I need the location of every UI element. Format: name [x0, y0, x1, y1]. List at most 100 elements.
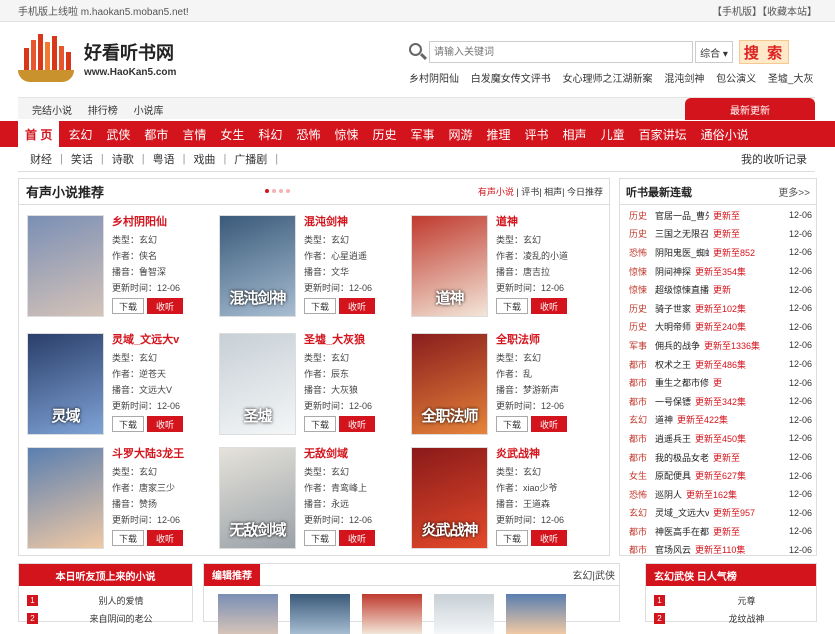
nav-item[interactable]: 相声 — [556, 121, 594, 147]
nav-item[interactable]: 百家讲坛 — [632, 121, 694, 147]
download-button[interactable]: 下载 — [496, 416, 528, 432]
item-genre[interactable]: 都市 — [629, 395, 655, 408]
item-name[interactable]: 原配便具 — [655, 469, 691, 482]
editor-pick-tag[interactable]: 玄幻|武侠 — [572, 567, 615, 582]
book-cover[interactable] — [27, 447, 104, 549]
book-card[interactable]: 无敌剑域 无敌剑域 类型：玄幻 作者：青鸾峰上 播音：永远 更新时间：12-06 下载 收听 — [211, 441, 403, 553]
item-genre[interactable]: 玄幻 — [629, 506, 655, 519]
list-item[interactable]: 历史三国之无限召唤更新至 12-06 — [620, 225, 816, 244]
nav-item[interactable]: 首 页 — [18, 121, 60, 147]
category-jokes[interactable]: 笑话 — [71, 151, 93, 167]
list-item[interactable]: 都市 一号保镖 更新至342集 12-06 — [620, 392, 816, 411]
category-radio-drama[interactable]: 广播剧 — [234, 151, 267, 167]
item-name[interactable]: 超级惊悚直播_紫襟 — [655, 283, 709, 296]
category-cantonese[interactable]: 粤语 — [153, 151, 175, 167]
listen-button[interactable]: 收听 — [531, 416, 567, 432]
thumb-cover[interactable] — [218, 594, 278, 634]
book-cover[interactable]: 道神 — [411, 215, 488, 317]
item-update[interactable]: 更新至627集 — [695, 469, 746, 482]
book-card[interactable]: 全职法师 全职法师 类型：玄幻 作者：乱 播音：梦游新声 更新时间：12-06 下载 收听 — [403, 327, 595, 439]
book-card[interactable]: 乡村阴阳仙 类型：玄幻 作者：侠名 播音：鲁智深 更新时间：12-06 下载 收听 — [19, 209, 211, 321]
item-name[interactable]: 佣兵的战争 — [655, 339, 700, 352]
book-cover[interactable]: 全职法师 — [411, 333, 488, 435]
nav-item[interactable]: 科幻 — [251, 121, 289, 147]
book-card[interactable]: 圣墟 圣墟_大灰狼 类型：玄幻 作者：辰东 播音：大灰狼 更新时间：12-06 下载 收听 — [211, 327, 403, 439]
item-name[interactable]: 重生之都市修仙_土金 — [655, 376, 709, 389]
nav-item[interactable]: 历史 — [365, 121, 403, 147]
subnav-library[interactable]: 小说库 — [134, 106, 164, 117]
download-button[interactable]: 下载 — [304, 416, 336, 432]
listen-button[interactable]: 收听 — [339, 298, 375, 314]
list-item[interactable]: 军事 佣兵的战争 更新至1336集 12-06 — [620, 336, 816, 355]
list-item[interactable]: 1 别人的爱情 — [27, 591, 184, 609]
list-item[interactable]: 玄幻 道神 更新至422集 12-06 — [620, 411, 816, 430]
nav-item[interactable]: 评书 — [518, 121, 556, 147]
list-item[interactable]: 恐怖 巡阴人 更新至162集 12-06 — [620, 485, 816, 504]
mobile-link[interactable]: 【手机版】 — [712, 7, 762, 18]
item-name[interactable]: 巡阴人 — [655, 488, 682, 501]
list-item[interactable]: 玄幻 灵域_文远大v 更新至957 12-06 — [620, 504, 816, 523]
hot-word[interactable]: 混沌剑神 — [664, 74, 704, 85]
nav-item[interactable]: 网游 — [442, 121, 480, 147]
item-update[interactable]: 更新至 — [713, 525, 740, 538]
download-button[interactable]: 下载 — [496, 298, 528, 314]
thumb-cover[interactable] — [290, 594, 350, 634]
item-update[interactable]: 更新至422集 — [677, 413, 728, 426]
list-item[interactable]: 历史 骑子世家 更新至102集 12-06 — [620, 299, 816, 318]
listen-button[interactable]: 收听 — [339, 530, 375, 546]
download-button[interactable]: 下载 — [112, 530, 144, 546]
list-item[interactable]: 女生 原配便具 更新至627集 12-06 — [620, 466, 816, 485]
item-update[interactable]: 更新至 — [713, 227, 740, 240]
item-name[interactable]: 三国之无限召唤 — [655, 227, 709, 240]
item-genre[interactable]: 恐怖 — [629, 488, 655, 501]
item-genre[interactable]: 历史 — [629, 209, 655, 222]
book-title[interactable]: 无敌剑域 — [304, 445, 404, 461]
more-link[interactable]: 更多>> — [778, 184, 810, 199]
subnav-complete[interactable]: 完结小说 — [32, 106, 72, 117]
carousel-dots[interactable] — [265, 189, 293, 193]
list-item[interactable]: 历史官居一品_曹先森更新至 12-06 — [620, 206, 816, 225]
hot-word[interactable]: 包公演义 — [716, 74, 756, 85]
book-title[interactable]: 道神 — [496, 213, 596, 229]
listen-button[interactable]: 收听 — [531, 530, 567, 546]
category-poetry[interactable]: 诗歌 — [112, 151, 134, 167]
listen-button[interactable]: 收听 — [147, 530, 183, 546]
list-item[interactable]: 惊悚 阴间神探 更新至354集 12-06 — [620, 262, 816, 281]
item-genre[interactable]: 惊悚 — [629, 283, 655, 296]
nav-item[interactable]: 都市 — [137, 121, 175, 147]
list-item[interactable]: 都市神医高手在都市更新至 12-06 — [620, 522, 816, 541]
favorite-link[interactable]: 【收藏本站】 — [762, 7, 817, 18]
link-today[interactable]: 今日推荐 — [567, 187, 603, 197]
thumb-cover[interactable] — [362, 594, 422, 634]
category-opera[interactable]: 戏曲 — [193, 151, 215, 167]
list-item[interactable]: 都市 逍遥兵王 更新至450集 12-06 — [620, 429, 816, 448]
list-item[interactable]: 惊悚超级惊悚直播_紫襟更新 12-06 — [620, 280, 816, 299]
nav-item[interactable]: 军事 — [403, 121, 441, 147]
book-card[interactable]: 混沌剑神 混沌剑神 类型：玄幻 作者：心星逍遥 播音：文华 更新时间：12-06 下载 收听 — [211, 209, 403, 321]
book-title[interactable]: 炎武战神 — [496, 445, 596, 461]
thumb-cover[interactable] — [506, 594, 566, 634]
item-update[interactable]: 更新至102集 — [695, 302, 746, 315]
item-name[interactable]: 权术之王 — [655, 358, 691, 371]
item-update[interactable]: 更 — [713, 376, 722, 389]
book-title[interactable]: 混沌剑神 — [304, 213, 404, 229]
item-genre[interactable]: 都市 — [629, 358, 655, 371]
item-update[interactable]: 更新至 — [713, 209, 740, 222]
item-update[interactable]: 更新至240集 — [695, 320, 746, 333]
hot-word[interactable]: 圣墟_大灰 — [768, 74, 814, 85]
item-update[interactable]: 更新至1336集 — [704, 339, 760, 352]
listen-button[interactable]: 收听 — [147, 298, 183, 314]
item-name[interactable]: 灵域_文远大v — [655, 506, 709, 519]
nav-item[interactable]: 推理 — [480, 121, 518, 147]
item-update[interactable]: 更新至162集 — [686, 488, 737, 501]
item-genre[interactable]: 都市 — [629, 451, 655, 464]
item-update[interactable]: 更新 — [713, 283, 731, 296]
item-name[interactable]: 逍遥兵王 — [655, 432, 691, 445]
nav-item[interactable]: 惊悚 — [327, 121, 365, 147]
item-name[interactable]: 官场风云 — [655, 543, 691, 556]
book-cover[interactable] — [27, 215, 104, 317]
item-genre[interactable]: 历史 — [629, 302, 655, 315]
download-button[interactable]: 下载 — [304, 298, 336, 314]
hot-word[interactable]: 女心理师之江湖新案 — [563, 74, 653, 85]
item-name[interactable]: 神医高手在都市 — [655, 525, 709, 538]
